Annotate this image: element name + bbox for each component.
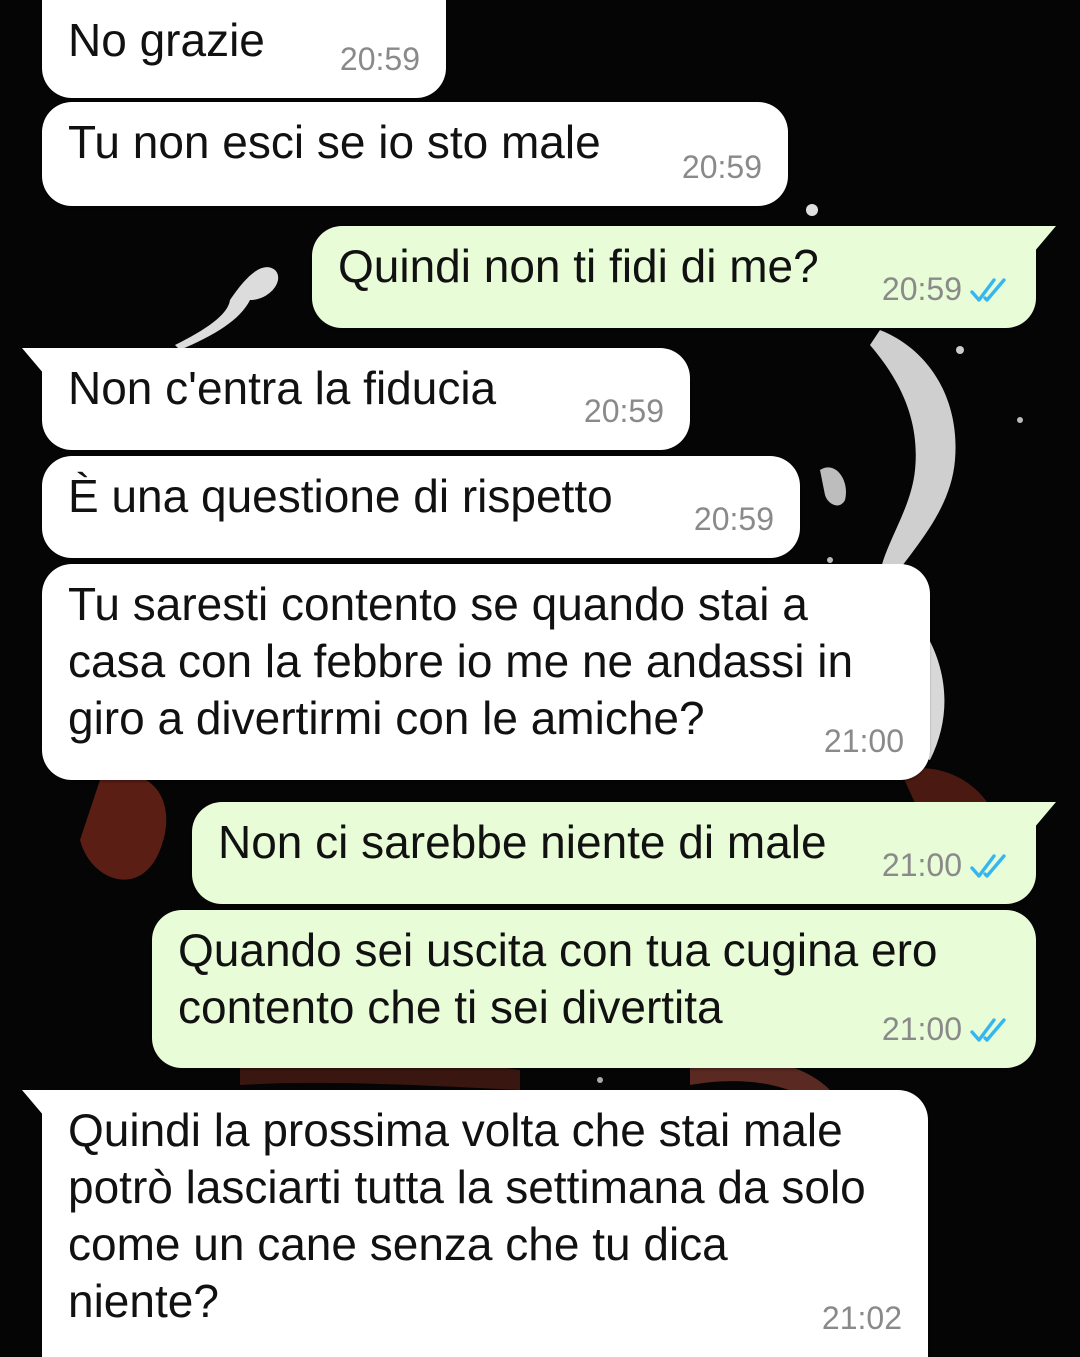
message-meta: 20:59 [584,383,664,440]
message-meta: 21:00 [882,837,1014,894]
message-text: Non c'entra la fiducia [68,362,497,414]
message-bubble-incoming[interactable]: No grazie 20:59 [42,0,446,98]
message-bubble-incoming[interactable]: Tu non esci se io sto male 20:59 [42,102,788,206]
message-text: Tu non esci se io sto male [68,116,601,168]
message-bubble-outgoing[interactable]: Quando sei uscita con tua cugina ero con… [152,910,1036,1068]
message-text: Non ci sarebbe niente di male [218,816,827,868]
message-meta: 20:59 [682,139,762,196]
message-time: 20:59 [693,501,774,537]
double-check-read-icon [970,1017,1006,1042]
chat-conversation[interactable]: No grazie 20:59 Tu non esci se io sto ma… [0,0,1080,1357]
message-bubble-outgoing[interactable]: Non ci sarebbe niente di male 21:00 [192,802,1056,904]
message-text: Quindi non ti fidi di me? [338,240,819,292]
message-time: 20:59 [881,271,962,307]
message-text: Quindi la prossima volta che stai male p… [68,1104,866,1327]
message-meta: 21:00 [824,713,904,770]
message-time: 21:00 [881,847,962,883]
message-bubble-incoming[interactable]: Tu saresti contento se quando stai a cas… [42,564,930,780]
message-time: 20:59 [339,41,420,77]
message-text: È una questione di rispetto [68,470,613,522]
message-meta: 21:02 [822,1290,902,1347]
message-meta: 20:59 [694,491,774,548]
message-time: 20:59 [583,393,664,429]
double-check-read-icon [970,277,1006,302]
message-time: 21:00 [823,723,904,759]
message-text: Quando sei uscita con tua cugina ero con… [178,924,938,1033]
message-meta: 21:00 [882,1001,1014,1058]
message-text: Tu saresti contento se quando stai a cas… [68,578,854,744]
message-meta: 20:59 [882,261,1014,318]
message-bubble-incoming[interactable]: Quindi la prossima volta che stai male p… [22,1090,928,1357]
message-time: 21:00 [881,1011,962,1047]
message-meta: 20:59 [340,31,420,88]
message-bubble-incoming[interactable]: Non c'entra la fiducia 20:59 [22,348,690,450]
message-text: No grazie [68,14,265,66]
double-check-read-icon [970,853,1006,878]
message-bubble-outgoing[interactable]: Quindi non ti fidi di me? 20:59 [312,226,1056,328]
message-time: 20:59 [681,149,762,185]
message-bubble-incoming[interactable]: È una questione di rispetto 20:59 [42,456,800,558]
message-time: 21:02 [821,1300,902,1336]
